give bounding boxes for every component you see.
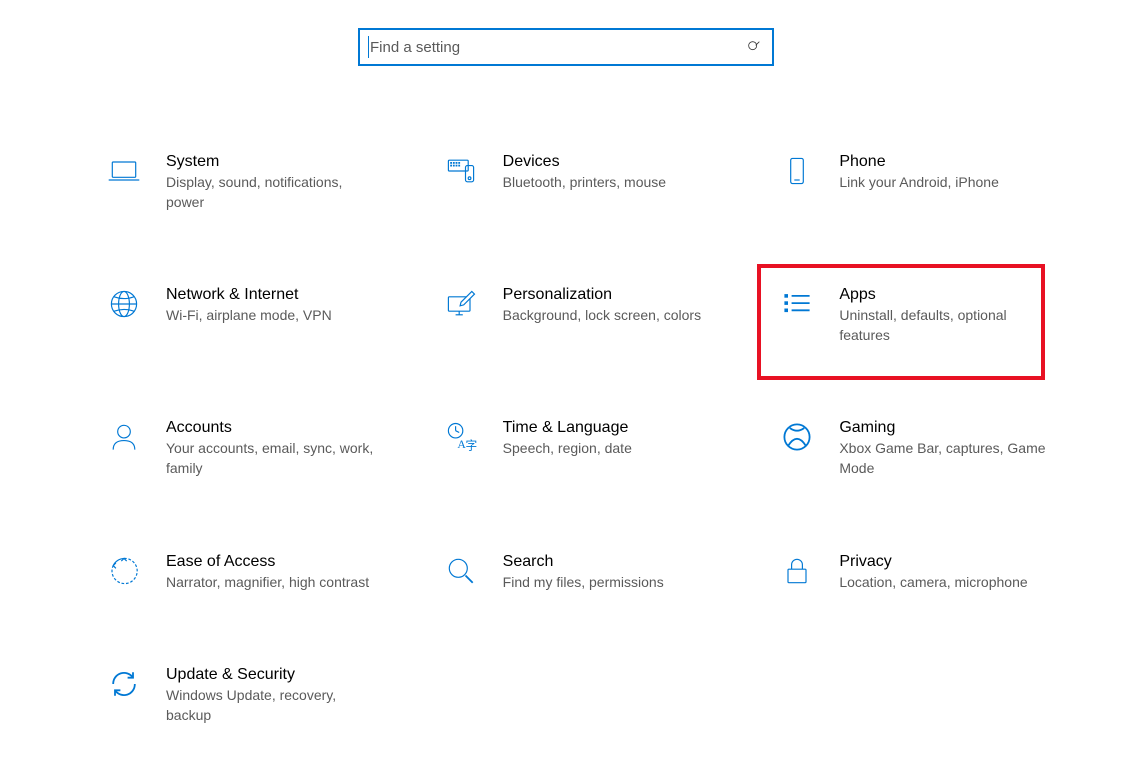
setting-title: Update & Security <box>166 666 393 684</box>
devices-icon <box>441 151 481 191</box>
setting-time-language[interactable]: A 字 Time & Language Speech, region, date <box>437 411 734 484</box>
setting-text: Time & Language Speech, region, date <box>503 417 730 459</box>
laptop-icon <box>104 151 144 191</box>
pen-monitor-icon <box>441 284 481 324</box>
setting-text: Network & Internet Wi-Fi, airplane mode,… <box>166 284 393 326</box>
setting-desc: Narrator, magnifier, high contrast <box>166 573 376 593</box>
setting-apps[interactable]: Apps Uninstall, defaults, optional featu… <box>773 278 1070 351</box>
setting-title: Gaming <box>839 419 1066 437</box>
setting-text: Ease of Access Narrator, magnifier, high… <box>166 551 393 593</box>
setting-title: Ease of Access <box>166 553 393 571</box>
setting-ease-of-access[interactable]: Ease of Access Narrator, magnifier, high… <box>100 545 397 599</box>
setting-title: Apps <box>839 286 1066 304</box>
setting-desc: Link your Android, iPhone <box>839 173 1049 193</box>
setting-desc: Find my files, permissions <box>503 573 713 593</box>
setting-accounts[interactable]: Accounts Your accounts, email, sync, wor… <box>100 411 397 484</box>
settings-grid: System Display, sound, notifications, po… <box>100 145 1070 731</box>
setting-text: Personalization Background, lock screen,… <box>503 284 730 326</box>
setting-gaming[interactable]: Gaming Xbox Game Bar, captures, Game Mod… <box>773 411 1070 484</box>
setting-title: Network & Internet <box>166 286 393 304</box>
phone-icon <box>777 151 817 191</box>
setting-title: Devices <box>503 153 730 171</box>
setting-desc: Your accounts, email, sync, work, family <box>166 439 376 478</box>
setting-desc: Bluetooth, printers, mouse <box>503 173 713 193</box>
setting-title: Time & Language <box>503 419 730 437</box>
setting-devices[interactable]: Devices Bluetooth, printers, mouse <box>437 145 734 218</box>
update-icon <box>104 664 144 704</box>
setting-network[interactable]: Network & Internet Wi-Fi, airplane mode,… <box>100 278 397 351</box>
setting-search[interactable]: Search Find my files, permissions <box>437 545 734 599</box>
setting-text: Gaming Xbox Game Bar, captures, Game Mod… <box>839 417 1066 478</box>
globe-icon <box>104 284 144 324</box>
setting-personalization[interactable]: Personalization Background, lock screen,… <box>437 278 734 351</box>
setting-text: Privacy Location, camera, microphone <box>839 551 1066 593</box>
setting-text: Apps Uninstall, defaults, optional featu… <box>839 284 1066 345</box>
search-icon <box>746 39 762 55</box>
setting-desc: Background, lock screen, colors <box>503 306 713 326</box>
setting-desc: Windows Update, recovery, backup <box>166 686 376 725</box>
ease-access-icon <box>104 551 144 591</box>
setting-desc: Display, sound, notifications, power <box>166 173 376 212</box>
setting-title: Search <box>503 553 730 571</box>
setting-text: Search Find my files, permissions <box>503 551 730 593</box>
search-mag-icon <box>441 551 481 591</box>
setting-text: Phone Link your Android, iPhone <box>839 151 1066 193</box>
setting-privacy[interactable]: Privacy Location, camera, microphone <box>773 545 1070 599</box>
time-language-icon: A 字 <box>441 417 481 457</box>
setting-desc: Speech, region, date <box>503 439 713 459</box>
apps-list-icon <box>777 284 817 324</box>
setting-text: System Display, sound, notifications, po… <box>166 151 393 212</box>
setting-desc: Uninstall, defaults, optional features <box>839 306 1049 345</box>
setting-desc: Location, camera, microphone <box>839 573 1049 593</box>
search-container <box>358 28 774 66</box>
setting-desc: Wi-Fi, airplane mode, VPN <box>166 306 376 326</box>
setting-title: Privacy <box>839 553 1066 571</box>
setting-phone[interactable]: Phone Link your Android, iPhone <box>773 145 1070 218</box>
setting-system[interactable]: System Display, sound, notifications, po… <box>100 145 397 218</box>
search-box[interactable] <box>358 28 774 66</box>
setting-title: Accounts <box>166 419 393 437</box>
setting-desc: Xbox Game Bar, captures, Game Mode <box>839 439 1049 478</box>
setting-title: Phone <box>839 153 1066 171</box>
setting-text: Accounts Your accounts, email, sync, wor… <box>166 417 393 478</box>
setting-update-security[interactable]: Update & Security Windows Update, recove… <box>100 658 397 731</box>
lock-icon <box>777 551 817 591</box>
setting-title: System <box>166 153 393 171</box>
search-input[interactable] <box>370 39 746 56</box>
svg-text:字: 字 <box>465 439 477 453</box>
person-icon <box>104 417 144 457</box>
text-cursor <box>368 36 369 58</box>
xbox-icon <box>777 417 817 457</box>
setting-title: Personalization <box>503 286 730 304</box>
setting-text: Devices Bluetooth, printers, mouse <box>503 151 730 193</box>
setting-text: Update & Security Windows Update, recove… <box>166 664 393 725</box>
